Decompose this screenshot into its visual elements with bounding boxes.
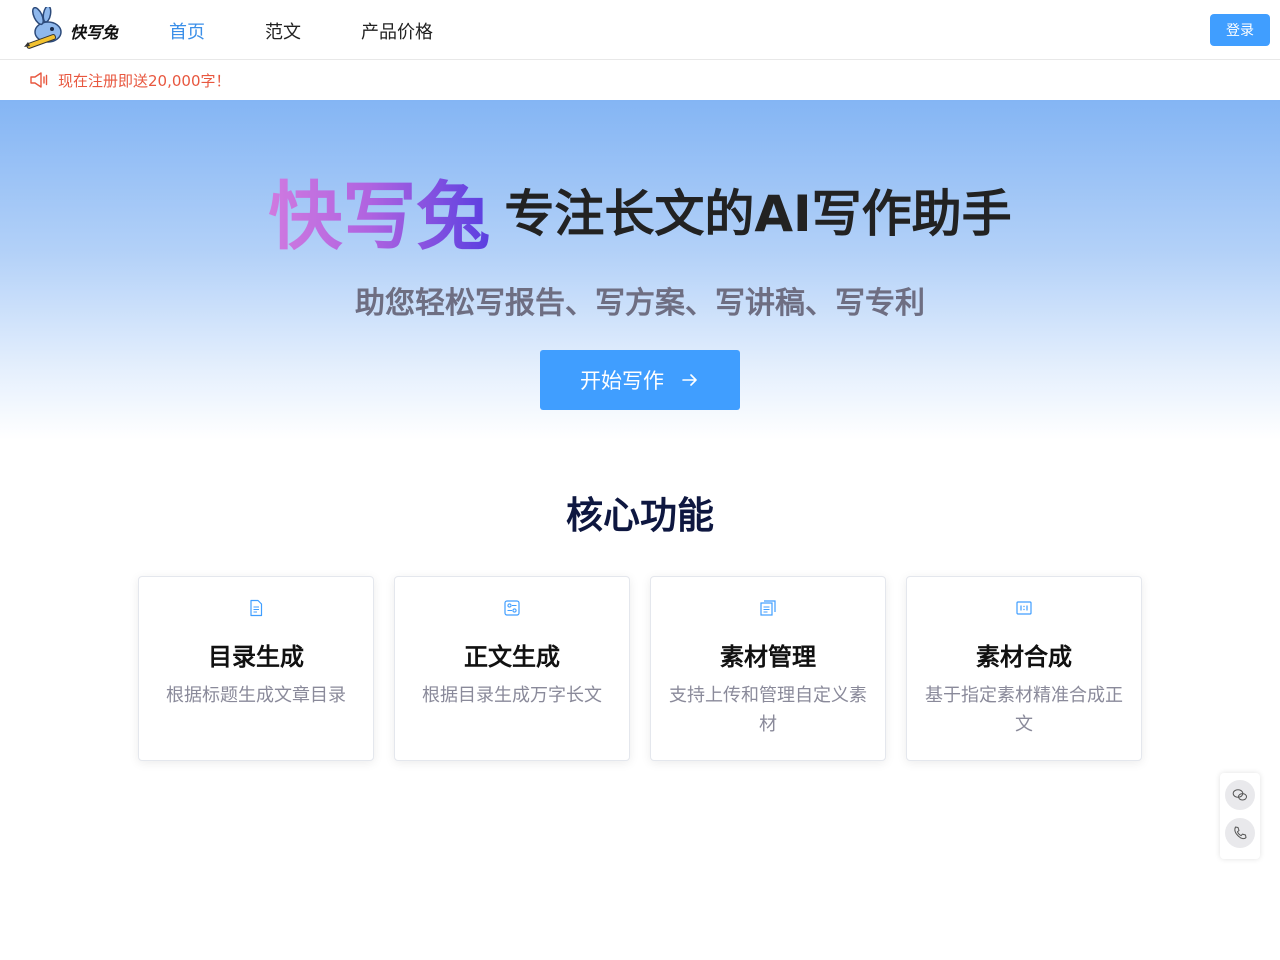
- login-button[interactable]: 登录: [1210, 14, 1270, 46]
- feature-card-outline[interactable]: 目录生成 根据标题生成文章目录: [138, 576, 374, 761]
- nav-pricing[interactable]: 产品价格: [361, 18, 433, 44]
- start-writing-label: 开始写作: [580, 369, 664, 393]
- hero-slogan: 专注长文的AI写作助手: [504, 185, 1012, 243]
- arrow-right-icon: [682, 374, 697, 386]
- feature-desc: 根据标题生成文章目录: [166, 685, 346, 706]
- megaphone-icon: [30, 72, 48, 88]
- feature-title: 目录生成: [208, 643, 304, 671]
- hero-subtitle: 助您轻松写报告、写方案、写讲稿、写专利: [355, 286, 925, 321]
- feature-desc: 根据目录生成万字长文: [422, 685, 602, 706]
- logo-text: 快写兔: [70, 23, 119, 42]
- rabbit-logo-icon: [24, 7, 62, 49]
- start-writing-button[interactable]: 开始写作: [540, 350, 740, 410]
- wechat-icon: [1232, 789, 1247, 801]
- ratio-icon: [1016, 601, 1032, 615]
- announcement-text: 现在注册即送20,000字！: [58, 72, 231, 90]
- hero-title: 快写兔 专注长文的AI写作助手: [0, 170, 1280, 260]
- settings-doc-icon: [504, 600, 520, 616]
- feature-title: 素材管理: [720, 643, 816, 671]
- feature-card-synthesis[interactable]: 素材合成 基于指定素材精准合成正文: [906, 576, 1142, 761]
- feature-desc: 基于指定素材精准合成正文: [925, 685, 1123, 735]
- phone-button[interactable]: [1225, 818, 1255, 848]
- logo[interactable]: 快写兔: [22, 7, 132, 51]
- feature-desc: 支持上传和管理自定义素材: [669, 685, 867, 735]
- features-title: 核心功能: [566, 494, 714, 537]
- phone-icon: [1234, 826, 1247, 840]
- feature-card-content[interactable]: 正文生成 根据目录生成万字长文: [394, 576, 630, 761]
- feature-card-materials[interactable]: 素材管理 支持上传和管理自定义素材: [650, 576, 886, 761]
- feature-title: 正文生成: [464, 643, 560, 671]
- hero-brand: 快写兔: [268, 157, 490, 264]
- top-navbar: 快写兔 首页 范文 产品价格 登录: [0, 0, 1280, 60]
- wechat-button[interactable]: [1225, 780, 1255, 810]
- feature-title: 素材合成: [976, 643, 1072, 671]
- floating-contact-panel: [1220, 773, 1260, 859]
- nav-home[interactable]: 首页: [169, 18, 205, 44]
- document-icon: [250, 599, 263, 617]
- copy-doc-icon: [760, 600, 776, 616]
- nav-samples[interactable]: 范文: [265, 18, 301, 44]
